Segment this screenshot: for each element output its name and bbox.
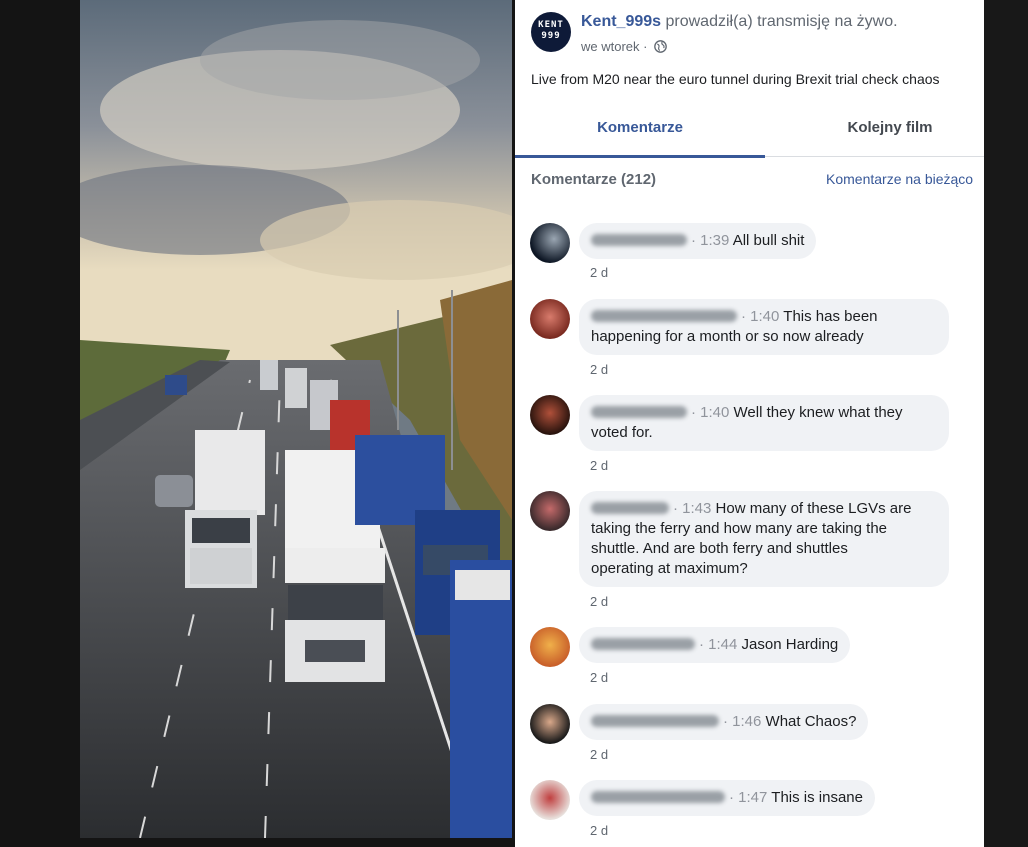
avatar-logo-line: KENT [538,20,564,30]
comments-filter-dropdown[interactable]: Komentarze na bieżąco [826,171,973,187]
comment-timestamp[interactable]: 1:44 [708,636,737,653]
comment-text: How many of these LGVs are [715,500,912,517]
comment-text-line: happening for a month or so now already [591,328,864,345]
tab-bar: Komentarze Kolejny film [515,105,984,158]
comment-bubble: · 1:40 This has been happening for a mon… [579,299,949,355]
comment-text: What Chaos? [765,713,857,730]
comment-text-line: operating at maximum? [591,560,748,577]
comment-text-line: voted for. [591,424,653,441]
comment-age[interactable]: 2 d [590,670,608,685]
post-header: KENT 999 Kent_999s prowadził(a) transmis… [531,10,976,62]
video-frame-motorway [80,0,512,838]
comment-age[interactable]: 2 d [590,265,608,280]
comment-age[interactable]: 2 d [590,747,608,762]
commenter-name-redacted[interactable] [591,502,669,514]
globe-icon[interactable] [654,40,667,53]
comment-timestamp[interactable]: 1:40 [700,404,729,421]
comment-text: Jason Harding [741,636,839,653]
comment-age[interactable]: 2 d [590,458,608,473]
commenter-name-redacted[interactable] [591,715,719,727]
meta-separator: · [643,39,648,54]
commenter-avatar[interactable] [530,491,570,531]
commenter-avatar[interactable] [530,299,570,339]
backdrop-right [984,0,1028,847]
comment-timestamp[interactable]: 1:39 [700,232,729,249]
post-description: Live from M20 near the euro tunnel durin… [531,71,940,87]
comment-text: Well they knew what they [733,404,903,421]
commenter-avatar[interactable] [530,223,570,263]
commenter-avatar[interactable] [530,780,570,820]
comment-age[interactable]: 2 d [590,594,608,609]
commenter-name-redacted[interactable] [591,234,687,246]
comments-header: Komentarze (212) Komentarze na bieżąco [531,171,984,191]
comment-bubble: · 1:40 Well they knew what they voted fo… [579,395,949,451]
commenter-avatar[interactable] [530,395,570,435]
comment-text-line: taking the ferry and how many are taking… [591,520,888,537]
comment-bubble: · 1:47 This is insane [579,780,875,816]
comments-panel: KENT 999 Kent_999s prowadził(a) transmis… [515,0,984,847]
comment-timestamp[interactable]: 1:47 [738,789,767,806]
comment-bubble: · 1:46 What Chaos? [579,704,869,740]
commenter-name-redacted[interactable] [591,310,737,322]
comment-timestamp[interactable]: 1:46 [732,713,761,730]
commenter-name-redacted[interactable] [591,406,687,418]
avatar-logo-line: 999 [541,31,561,41]
comment-timestamp[interactable]: 1:40 [750,308,779,325]
page-avatar[interactable]: KENT 999 [531,12,571,52]
comment-bubble: · 1:44 Jason Harding [579,627,851,663]
comment-timestamp[interactable]: 1:43 [682,500,711,517]
author-link[interactable]: Kent_999s [581,13,661,30]
post-title: Kent_999s prowadził(a) transmisję na żyw… [581,13,898,31]
commenter-avatar[interactable] [530,627,570,667]
comment-age[interactable]: 2 d [590,362,608,377]
post-time[interactable]: we wtorek [581,39,640,54]
comment-text: This is insane [771,789,863,806]
commenter-avatar[interactable] [530,704,570,744]
post-meta: we wtorek · [581,39,667,54]
comments-count: Komentarze (212) [531,171,657,188]
comment-text-line: shuttle. And are both ferry and shuttles [591,540,848,557]
live-video-player[interactable] [80,0,512,838]
commenter-name-redacted[interactable] [591,638,695,650]
comment-bubble: · 1:39 All bull shit [579,223,817,259]
tab-next-video[interactable]: Kolejny film [765,105,984,157]
tab-comments[interactable]: Komentarze [515,105,765,158]
commenter-name-redacted[interactable] [591,791,725,803]
comment-text: All bull shit [732,232,805,249]
live-action-text: prowadził(a) transmisję na żywo. [665,13,898,30]
comment-age[interactable]: 2 d [590,823,608,838]
comment-bubble: · 1:43 How many of these LGVs are taking… [579,491,949,587]
video-area [0,0,515,847]
comment-text: This has been [783,308,878,325]
